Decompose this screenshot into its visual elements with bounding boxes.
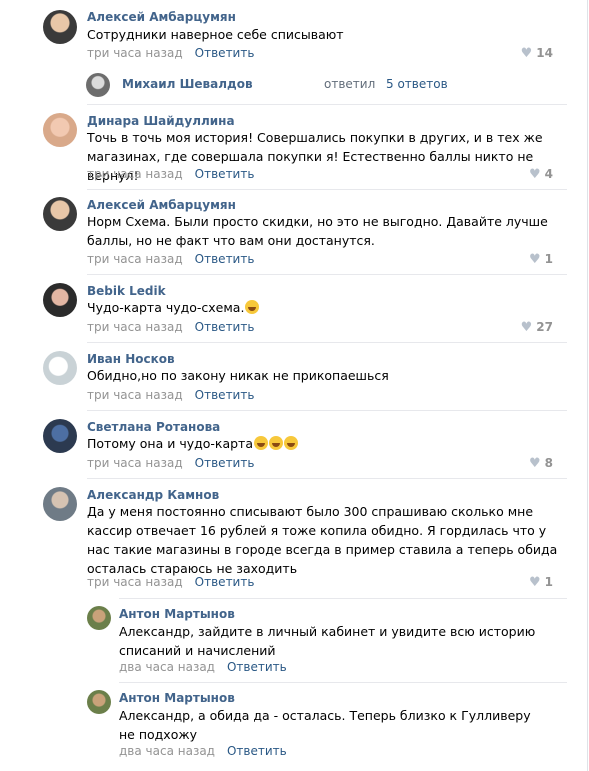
comment-text: Чудо-карта чудо-схема. xyxy=(87,298,557,317)
reply-text: Александр, зайдите в личный кабинет и ув… xyxy=(119,624,536,658)
avatar[interactable] xyxy=(43,10,77,44)
avatar[interactable] xyxy=(43,197,77,231)
comment-text-content: Чудо-карта чудо-схема. xyxy=(87,300,245,315)
avatar[interactable] xyxy=(43,351,77,385)
rofl-emoji-icon xyxy=(284,436,298,450)
like-count: 1 xyxy=(544,252,553,266)
thread-author[interactable]: Михаил Шевалдов xyxy=(122,77,253,91)
heart-icon: ♥ xyxy=(528,575,541,590)
like-button[interactable]: ♥ 4 xyxy=(493,167,553,182)
comment-time[interactable]: три часа назад xyxy=(87,456,183,470)
thread-replied-label: ответил xyxy=(324,77,376,91)
avatar[interactable] xyxy=(86,73,110,97)
laughing-emoji-icon xyxy=(245,300,260,314)
comment-text: Потому она и чудо-карта xyxy=(87,434,557,453)
comment-meta: три часа назад Ответить xyxy=(87,575,254,589)
like-count: 14 xyxy=(536,46,553,60)
comment-time[interactable]: три часа назад xyxy=(87,388,183,402)
comment-meta: три часа назад Ответить xyxy=(87,167,254,181)
like-count: 4 xyxy=(544,167,553,181)
comment-text-content: Потому она и чудо-карта xyxy=(87,436,253,451)
avatar[interactable] xyxy=(43,113,77,147)
heart-icon: ♥ xyxy=(528,167,541,182)
reply-button[interactable]: Ответить xyxy=(195,456,255,470)
comment-time[interactable]: три часа назад xyxy=(87,252,183,266)
reply-author[interactable]: Антон Мартынов xyxy=(119,691,235,705)
heart-icon: ♥ xyxy=(528,456,541,471)
reply-button[interactable]: Ответить xyxy=(195,320,255,334)
reply-button[interactable]: Ответить xyxy=(195,388,255,402)
divider xyxy=(87,189,567,190)
like-count: 1 xyxy=(544,575,553,589)
like-button[interactable]: ♥ 14 xyxy=(493,46,553,61)
comment-meta: три часа назад Ответить xyxy=(87,46,254,60)
comment-meta: три часа назад Ответить xyxy=(87,388,254,402)
comment-text: Сотрудники наверное себе списывают xyxy=(87,27,344,42)
avatar[interactable] xyxy=(43,487,77,521)
reply-button[interactable]: Ответить xyxy=(227,660,287,674)
reply-button[interactable]: Ответить xyxy=(195,167,255,181)
comment-text: Да у меня постоянно списывают было 300 с… xyxy=(87,504,558,576)
reply-button[interactable]: Ответить xyxy=(195,46,255,60)
comment-time[interactable]: три часа назад xyxy=(87,167,183,181)
like-button[interactable]: ♥ 27 xyxy=(493,320,553,335)
like-count: 27 xyxy=(536,320,553,334)
thread-summary[interactable]: Михаил Шевалдов ответил 5 ответов xyxy=(86,70,566,100)
reply-time[interactable]: два часа назад xyxy=(119,660,215,674)
avatar[interactable] xyxy=(43,283,77,317)
reply-author[interactable]: Антон Мартынов xyxy=(119,607,235,621)
comment-author[interactable]: Александр Камнов xyxy=(87,488,219,502)
heart-icon: ♥ xyxy=(520,320,533,335)
like-button[interactable]: ♥ 1 xyxy=(493,252,553,267)
divider xyxy=(87,104,567,105)
avatar[interactable] xyxy=(87,606,111,630)
comment-text: Обидно,но по закону никак не прикопаешьс… xyxy=(87,368,389,383)
rofl-emoji-icon xyxy=(254,436,268,450)
reply-button[interactable]: Ответить xyxy=(227,744,287,758)
avatar[interactable] xyxy=(87,690,111,714)
reply-button[interactable]: Ответить xyxy=(195,575,255,589)
comment-meta: три часа назад Ответить xyxy=(87,456,254,470)
reply-button[interactable]: Ответить xyxy=(195,252,255,266)
comment-meta: три часа назад Ответить xyxy=(87,252,254,266)
divider xyxy=(87,274,567,275)
reply-meta: два часа назад Ответить xyxy=(119,660,287,674)
heart-icon: ♥ xyxy=(528,252,541,267)
divider xyxy=(87,410,567,411)
comment-text: Норм Схема. Были просто скидки, но это н… xyxy=(87,214,548,248)
like-count: 8 xyxy=(544,456,553,470)
reply-time[interactable]: два часа назад xyxy=(119,744,215,758)
comment-author[interactable]: Алексей Амбарцумян xyxy=(87,10,236,24)
divider xyxy=(87,478,567,479)
reply-text: Александр, а обида да - осталась. Теперь… xyxy=(119,708,531,742)
like-button[interactable]: ♥ 8 xyxy=(493,456,553,471)
comment-time[interactable]: три часа назад xyxy=(87,575,183,589)
thread-reply-count[interactable]: 5 ответов xyxy=(386,77,448,91)
divider xyxy=(119,682,567,683)
rofl-emoji-icon xyxy=(269,436,283,450)
comment-author[interactable]: Светлана Ротанова xyxy=(87,420,220,434)
divider xyxy=(87,342,567,343)
comment-meta: три часа назад Ответить xyxy=(87,320,254,334)
comment-author[interactable]: Алексей Амбарцумян xyxy=(87,198,236,212)
right-border xyxy=(587,0,588,771)
comment-author[interactable]: Иван Носков xyxy=(87,352,175,366)
comment-time[interactable]: три часа назад xyxy=(87,320,183,334)
divider xyxy=(119,598,567,599)
heart-icon: ♥ xyxy=(520,46,533,61)
avatar[interactable] xyxy=(43,419,77,453)
comment-author[interactable]: Динара Шайдуллина xyxy=(87,114,235,128)
comment-author[interactable]: Bebik Ledik xyxy=(87,284,166,298)
comment-time[interactable]: три часа назад xyxy=(87,46,183,60)
like-button[interactable]: ♥ 1 xyxy=(493,575,553,590)
reply-meta: два часа назад Ответить xyxy=(119,744,287,758)
